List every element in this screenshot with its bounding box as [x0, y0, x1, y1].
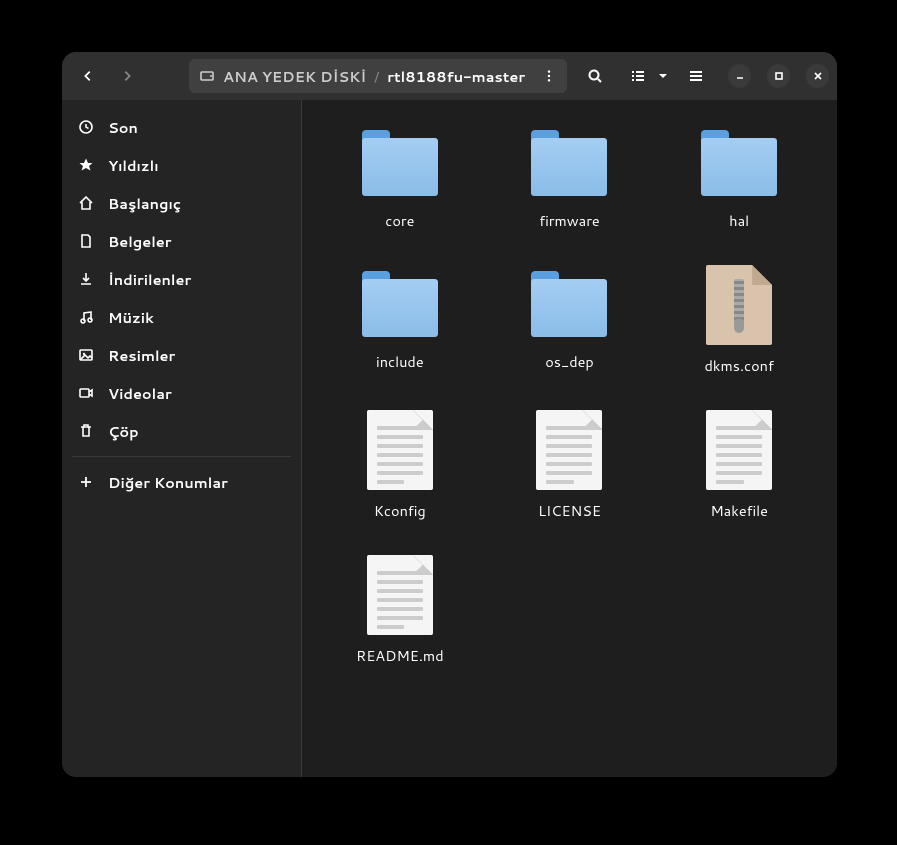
sidebar-item-label: Yıldızlı — [108, 155, 159, 176]
sidebar-item-label: Başlangıç — [108, 193, 181, 214]
sidebar-item-label: Müzik — [108, 307, 154, 328]
file-item[interactable]: LICENSE — [490, 410, 650, 521]
item-label: firmware — [539, 210, 599, 231]
sidebar-item-downloads[interactable]: İndirilenler — [62, 260, 301, 298]
text-file-icon — [536, 410, 602, 490]
titlebar: ANA YEDEK DİSKİ / rtl8188fu-master — [62, 52, 837, 100]
sidebar-item-label: Diğer Konumlar — [108, 472, 228, 493]
sidebar-item-label: Belgeler — [108, 231, 171, 252]
text-file-icon — [367, 410, 433, 490]
folder-item[interactable]: firmware — [490, 124, 650, 231]
download-icon — [78, 271, 94, 287]
minimize-button[interactable] — [728, 64, 751, 88]
file-grid[interactable]: core firmware hal include os_dep — [302, 100, 837, 777]
sidebar-item-label: Son — [108, 117, 138, 138]
star-icon — [78, 157, 94, 173]
breadcrumb[interactable]: ANA YEDEK DİSKİ / rtl8188fu-master — [189, 59, 567, 93]
music-icon — [78, 309, 94, 325]
sidebar-item-videos[interactable]: Videolar — [62, 374, 301, 412]
sidebar-item-music[interactable]: Müzik — [62, 298, 301, 336]
item-label: include — [376, 351, 424, 372]
sidebar-item-label: İndirilenler — [108, 269, 191, 290]
breadcrumb-root-label: ANA YEDEK DİSKİ — [223, 66, 366, 87]
sidebar-item-other-locations[interactable]: Diğer Konumlar — [62, 463, 301, 501]
maximize-button[interactable] — [767, 64, 790, 88]
breadcrumb-current-label: rtl8188fu-master — [387, 66, 525, 87]
text-file-icon — [706, 410, 772, 490]
sidebar-separator — [72, 456, 291, 457]
folder-item[interactable]: include — [320, 265, 480, 376]
item-label: core — [385, 210, 414, 231]
sidebar-item-pictures[interactable]: Resimler — [62, 336, 301, 374]
folder-icon — [531, 265, 607, 341]
disk-icon — [199, 68, 215, 84]
folder-icon — [362, 124, 438, 200]
breadcrumb-separator: / — [374, 66, 379, 87]
breadcrumb-current[interactable]: rtl8188fu-master — [387, 66, 525, 87]
item-label: LICENSE — [538, 500, 601, 521]
folder-item[interactable]: hal — [659, 124, 819, 231]
file-item[interactable]: Kconfig — [320, 410, 480, 521]
hamburger-menu-button[interactable] — [680, 59, 713, 93]
view-dropdown-button[interactable] — [652, 59, 674, 93]
window-body: Son Yıldızlı Başlangıç Belgeler İndirile… — [62, 100, 837, 777]
sidebar-item-home[interactable]: Başlangıç — [62, 184, 301, 222]
image-icon — [78, 347, 94, 363]
item-label: hal — [729, 210, 749, 231]
item-label: Kconfig — [374, 500, 426, 521]
file-item[interactable]: dkms.conf — [659, 265, 819, 376]
file-item[interactable]: Makefile — [659, 410, 819, 521]
video-icon — [78, 385, 94, 401]
sidebar-item-label: Çöp — [108, 421, 139, 442]
folder-icon — [362, 265, 438, 341]
sidebar-item-trash[interactable]: Çöp — [62, 412, 301, 450]
item-label: Makefile — [710, 500, 768, 521]
text-file-icon — [367, 555, 433, 635]
archive-file-icon — [706, 265, 772, 345]
folder-icon — [701, 124, 777, 200]
sidebar-item-documents[interactable]: Belgeler — [62, 222, 301, 260]
list-view-icon[interactable] — [624, 59, 652, 93]
sidebar-item-recent[interactable]: Son — [62, 108, 301, 146]
path-menu-button[interactable] — [537, 63, 561, 89]
folder-item[interactable]: os_dep — [490, 265, 650, 376]
view-mode-toggle[interactable] — [624, 59, 674, 93]
plus-icon — [78, 474, 94, 490]
sidebar-item-label: Videolar — [108, 383, 172, 404]
sidebar-item-starred[interactable]: Yıldızlı — [62, 146, 301, 184]
document-icon — [78, 233, 94, 249]
sidebar: Son Yıldızlı Başlangıç Belgeler İndirile… — [62, 100, 302, 777]
close-button[interactable] — [806, 64, 829, 88]
file-manager-window: ANA YEDEK DİSKİ / rtl8188fu-master — [62, 52, 837, 777]
folder-item[interactable]: core — [320, 124, 480, 231]
trash-icon — [78, 423, 94, 439]
item-label: README.md — [356, 645, 444, 666]
back-button[interactable] — [72, 59, 105, 93]
forward-button[interactable] — [111, 59, 144, 93]
file-item[interactable]: README.md — [320, 555, 480, 666]
search-button[interactable] — [579, 59, 612, 93]
sidebar-item-label: Resimler — [108, 345, 175, 366]
home-icon — [78, 195, 94, 211]
item-label: dkms.conf — [705, 355, 774, 376]
clock-icon — [78, 119, 94, 135]
item-label: os_dep — [545, 351, 594, 372]
folder-icon — [531, 124, 607, 200]
breadcrumb-root[interactable]: ANA YEDEK DİSKİ — [199, 66, 366, 87]
